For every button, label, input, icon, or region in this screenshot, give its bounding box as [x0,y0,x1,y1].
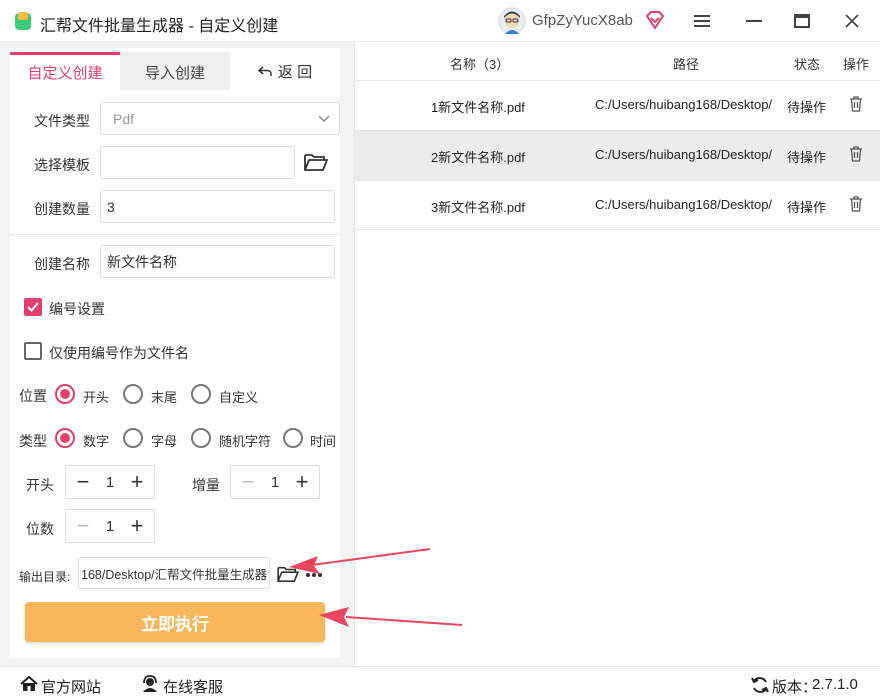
numbering-checkbox[interactable] [24,298,42,316]
close-icon[interactable] [840,9,864,33]
digits-stepper[interactable]: − 1 + [65,509,155,543]
column-header-path[interactable]: 路径 [673,54,699,73]
delete-icon[interactable] [849,96,863,112]
back-label: 返 回 [277,63,313,81]
type-radio-letter[interactable] [123,428,143,448]
position-radio-start[interactable] [55,384,75,404]
template-input[interactable] [100,146,295,179]
template-label: 选择模板 [34,157,90,173]
folder-open-icon[interactable] [304,152,328,172]
row-path: C:/Users/huibang168/Desktop/ [595,97,773,112]
type-radio-time[interactable] [283,428,303,448]
start-label: 开头 [26,477,54,493]
row-path: C:/Users/huibang168/Desktop/ [595,197,773,212]
website-link[interactable]: 官方网站 [41,676,101,697]
home-icon [20,676,38,691]
status-bar: 官方网站 在线客服 版本： 2.7.1.0 [0,666,880,700]
row-status: 待操作 [787,150,827,165]
row-status: 待操作 [787,200,827,215]
row-status: 待操作 [787,100,827,115]
file-type-select[interactable]: Pdf [100,102,340,135]
count-input[interactable]: 3 [100,190,335,223]
column-header-name[interactable]: 名称（3） [450,54,509,73]
file-type-label: 文件类型 [34,113,90,129]
row-name: 3新文件名称.pdf [431,200,525,215]
support-link[interactable]: 在线客服 [163,676,223,697]
row-name: 1新文件名称.pdf [431,100,525,115]
row-path: C:/Users/huibang168/Desktop/ [595,147,773,162]
row-name: 2新文件名称.pdf [431,150,525,165]
delete-icon[interactable] [849,196,863,212]
chevron-down-icon [318,115,330,123]
tab-custom-create[interactable]: 自定义创建 [10,52,120,90]
annotation-arrow-run [319,607,463,627]
increment-stepper[interactable]: − 1 + [230,465,320,499]
divider [10,234,340,235]
annotation-arrow-folder [289,548,431,574]
position-option-end: 末尾 [151,390,178,405]
column-header-action[interactable]: 操作 [843,54,869,73]
name-label: 创建名称 [34,256,90,272]
increment-minus-button[interactable]: − [231,466,265,498]
digits-value[interactable]: 1 [100,510,120,542]
delete-icon[interactable] [849,146,863,162]
minimize-icon[interactable] [742,9,766,33]
type-radio-number[interactable] [55,428,75,448]
user-avatar-icon[interactable] [498,7,526,35]
increment-label: 增量 [192,477,220,493]
name-input[interactable]: 新文件名称 [100,245,335,278]
digits-minus-button[interactable]: − [66,510,100,542]
position-option-start: 开头 [83,390,110,405]
output-label: 输出目录: [19,570,71,584]
start-plus-button[interactable]: + [120,466,154,498]
only-number-checkbox[interactable] [24,342,42,360]
type-label: 类型 [19,433,47,449]
table-row[interactable]: 2新文件名称.pdf C:/Users/huibang168/Desktop/ … [355,130,880,180]
undo-arrow-icon [257,66,272,76]
version-value: 2.7.1.0 [812,676,858,693]
start-minus-button[interactable]: − [66,466,100,498]
position-option-custom: 自定义 [219,390,259,405]
type-option-number: 数字 [83,434,110,449]
vip-diamond-icon[interactable] [645,11,665,29]
type-option-random: 随机字符 [219,434,272,449]
user-name[interactable]: GfpZyYucX8ab [532,12,633,29]
maximize-icon[interactable] [790,9,814,33]
type-option-letter: 字母 [151,434,178,449]
table-row[interactable]: 3新文件名称.pdf C:/Users/huibang168/Desktop/ … [355,180,880,230]
title-bar: 汇帮文件批量生成器 - 自定义创建 GfpZyYucX8ab [0,0,880,42]
support-headset-icon [143,675,157,692]
refresh-icon[interactable] [751,676,769,694]
start-value[interactable]: 1 [100,466,120,498]
numbering-label: 编号设置 [49,301,105,317]
file-type-value: Pdf [113,110,135,127]
digits-plus-button[interactable]: + [120,510,154,542]
check-icon [27,302,39,312]
type-radio-random[interactable] [191,428,211,448]
digits-label: 位数 [26,521,54,537]
column-header-status[interactable]: 状态 [794,54,820,73]
version-label: 版本： [772,679,818,696]
run-button[interactable]: 立即执行 [25,602,325,642]
menu-icon[interactable] [690,9,714,33]
start-stepper[interactable]: − 1 + [65,465,155,499]
position-radio-end[interactable] [123,384,143,404]
increment-value[interactable]: 1 [265,466,285,498]
output-dir-input[interactable]: 168/Desktop/汇帮文件批量生成器 [78,557,270,589]
table-row[interactable]: 1新文件名称.pdf C:/Users/huibang168/Desktop/ … [355,80,880,130]
app-logo-icon [15,12,31,30]
tab-import-create[interactable]: 导入创建 [120,52,230,90]
position-label: 位置 [19,388,47,404]
increment-plus-button[interactable]: + [285,466,319,498]
back-button[interactable]: 返 回 [230,52,340,90]
count-label: 创建数量 [34,201,90,217]
window-title: 汇帮文件批量生成器 - 自定义创建 [40,18,279,35]
position-radio-custom[interactable] [191,384,211,404]
type-option-time: 时间 [310,434,337,449]
only-number-label: 仅使用编号作为文件名 [49,345,189,361]
